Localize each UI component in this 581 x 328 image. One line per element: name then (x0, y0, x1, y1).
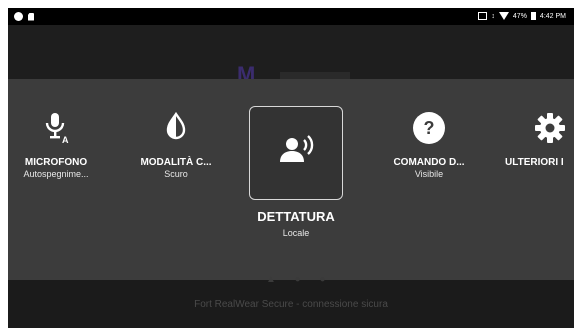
contrast-icon (166, 111, 186, 140)
cast-icon (478, 12, 488, 20)
microphone-auto-icon: A (45, 113, 69, 145)
status-left (14, 12, 34, 21)
menu-item-value: Autospegnime... (23, 169, 89, 179)
menu-item-value: Locale (282, 228, 310, 238)
menu-item-help-command[interactable]: ? COMANDO D... Visibile (379, 111, 479, 180)
menu-item-more-settings[interactable]: ULTERIORI I (505, 111, 574, 169)
help-icon: ? (413, 112, 445, 144)
background-logo-text (280, 72, 350, 79)
background-footer-text: Fort RealWear Secure - connessione sicur… (194, 299, 388, 310)
menu-item-value: Scuro (164, 169, 188, 179)
svg-text:?: ? (424, 118, 435, 138)
menu-item-label: COMANDO D... (393, 157, 465, 168)
menu-item-color-mode[interactable]: MODALITÀ C... Scuro (126, 111, 226, 180)
clock: 4:42 PM (539, 12, 566, 20)
wifi-icon (498, 12, 509, 20)
background-content (8, 25, 574, 79)
device-screen: ↕ 47% 4:42 PM M ▲ ● ● Fort RealWear Secu… (8, 8, 574, 328)
gear-icon (535, 113, 565, 143)
selected-item-frame[interactable] (249, 106, 343, 200)
background-nav-icons: ▲ ● ● (266, 274, 334, 285)
menu-item-label: ULTERIORI I (505, 157, 564, 168)
vibrate-icon: ↕ (491, 12, 495, 20)
menu-item-value: Visibile (414, 169, 444, 179)
menu-item-label: MODALITÀ C... (140, 157, 212, 168)
battery-percent: 47% (512, 12, 527, 20)
menu-item-label: MICROFONO (24, 157, 88, 168)
svg-text:A: A (62, 135, 69, 145)
menu-item-microphone[interactable]: A MICROFONO Autospegnime... (14, 111, 98, 180)
sd-card-icon (28, 12, 34, 21)
dictation-icon (280, 135, 314, 162)
status-bar: ↕ 47% 4:42 PM (8, 8, 574, 25)
menu-item-label: DETTATURA (257, 209, 335, 224)
notification-dot-icon (14, 12, 23, 21)
menu-item-dictation[interactable]: DETTATURA Locale (236, 209, 356, 239)
battery-icon (530, 12, 536, 20)
status-right: ↕ 47% 4:42 PM (478, 12, 566, 20)
